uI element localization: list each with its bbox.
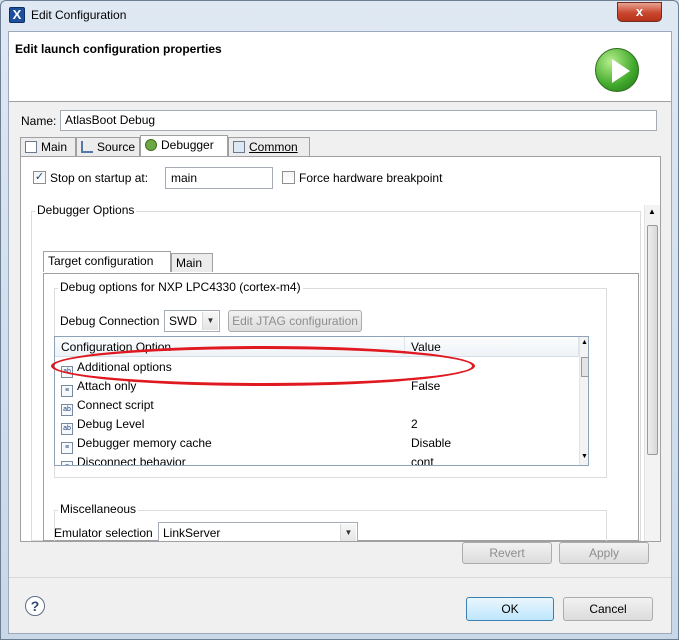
tab-main[interactable]: Main	[20, 137, 76, 156]
window-title: Edit Configuration	[31, 8, 127, 22]
force-hw-breakpoint-checkbox[interactable]	[282, 171, 295, 184]
debugger-options-label: Debugger Options	[35, 203, 137, 217]
tab-debugger[interactable]: Debugger	[140, 135, 228, 156]
edit-jtag-button[interactable]: Edit JTAG configuration	[228, 310, 362, 332]
dialog-client: Edit launch configuration properties Nam…	[8, 31, 672, 634]
option-value: False	[411, 379, 441, 393]
scroll-up-icon[interactable]: ▲	[581, 339, 588, 346]
miscellaneous-label: Miscellaneous	[58, 502, 139, 516]
option-value	[407, 396, 577, 415]
close-button[interactable]: x	[617, 2, 662, 22]
header-title: Edit launch configuration properties	[15, 42, 222, 56]
main-tab-icon	[25, 141, 37, 153]
panel-scroll-thumb[interactable]	[647, 225, 658, 455]
tab-debugger-label: Debugger	[161, 138, 214, 152]
option-name: Disconnect behavior	[77, 455, 186, 466]
tab-inner-main[interactable]: Main	[171, 253, 213, 272]
emulator-selection-select[interactable]: LinkServer ▼	[158, 522, 358, 541]
bottom-separator	[9, 577, 671, 578]
option-name: Debug Level	[77, 417, 145, 431]
table-row[interactable]: ab Debug Level 2	[55, 415, 579, 435]
name-label: Name:	[21, 114, 57, 128]
title-bar[interactable]: X Edit Configuration x	[1, 1, 678, 31]
tab-source[interactable]: Source	[76, 137, 140, 156]
debug-options-label: Debug options for NXP LPC4330 (cortex-m4…	[58, 280, 303, 294]
highlight-ellipse	[51, 346, 475, 386]
tab-target-configuration[interactable]: Target configuration	[43, 251, 171, 272]
list-option-icon: ≡	[61, 461, 73, 465]
table-row[interactable]: ≡ Debugger memory cache Disable	[55, 434, 579, 454]
force-hw-breakpoint-label: Force hardware breakpoint	[299, 171, 443, 185]
revert-button[interactable]: Revert	[462, 542, 552, 564]
option-name: Debugger memory cache	[77, 436, 212, 450]
option-value: 2	[411, 417, 418, 431]
cancel-button[interactable]: Cancel	[563, 597, 653, 621]
tab-common-label: Common	[249, 140, 298, 154]
stop-on-startup-label: Stop on startup at:	[50, 171, 149, 185]
table-scrollbar[interactable]: ▲ ▼	[579, 337, 588, 465]
app-icon: X	[9, 7, 25, 23]
debug-connection-select[interactable]: SWD ▼	[164, 310, 220, 332]
header-area: Edit launch configuration properties	[9, 32, 671, 102]
tab-source-label: Source	[97, 140, 136, 154]
chevron-down-icon: ▼	[340, 524, 356, 541]
debugger-tab-icon	[145, 139, 157, 151]
run-icon	[595, 48, 639, 92]
table-scroll-thumb[interactable]	[581, 357, 588, 377]
debug-connection-value: SWD	[169, 314, 197, 328]
apply-button[interactable]: Apply	[559, 542, 649, 564]
target-configuration-panel: Debug options for NXP LPC4330 (cortex-m4…	[43, 273, 639, 541]
source-tab-icon	[81, 141, 93, 153]
tab-inner-main-label: Main	[176, 256, 203, 270]
option-value: cont	[411, 455, 434, 466]
table-row[interactable]: ab Connect script	[55, 396, 579, 416]
emulator-selection-value: LinkServer	[163, 526, 221, 540]
scroll-down-icon[interactable]: ▼	[581, 453, 588, 460]
stop-on-startup-checkbox[interactable]: ✓	[33, 171, 46, 184]
tab-main-label: Main	[41, 140, 68, 154]
debug-connection-label: Debug Connection	[60, 314, 160, 328]
ok-button[interactable]: OK	[466, 597, 554, 621]
dialog-window: X Edit Configuration x Edit launch confi…	[0, 0, 679, 640]
common-tab-icon	[233, 141, 245, 153]
help-icon[interactable]: ?	[25, 596, 45, 616]
table-row[interactable]: ≡ Disconnect behavior cont	[55, 453, 579, 466]
tab-target-configuration-label: Target configuration	[48, 254, 154, 268]
option-value: Disable	[411, 436, 452, 450]
scroll-up-icon[interactable]: ▲	[648, 207, 656, 216]
stop-on-startup-input[interactable]: main	[165, 167, 273, 189]
emulator-selection-label: Emulator selection	[54, 526, 153, 540]
name-input[interactable]: AtlasBoot Debug	[60, 110, 657, 131]
tab-common[interactable]: Common	[228, 137, 310, 156]
panel-scrollbar[interactable]: ▲	[644, 205, 660, 541]
option-name: Connect script	[77, 398, 154, 412]
chevron-down-icon: ▼	[202, 312, 218, 330]
